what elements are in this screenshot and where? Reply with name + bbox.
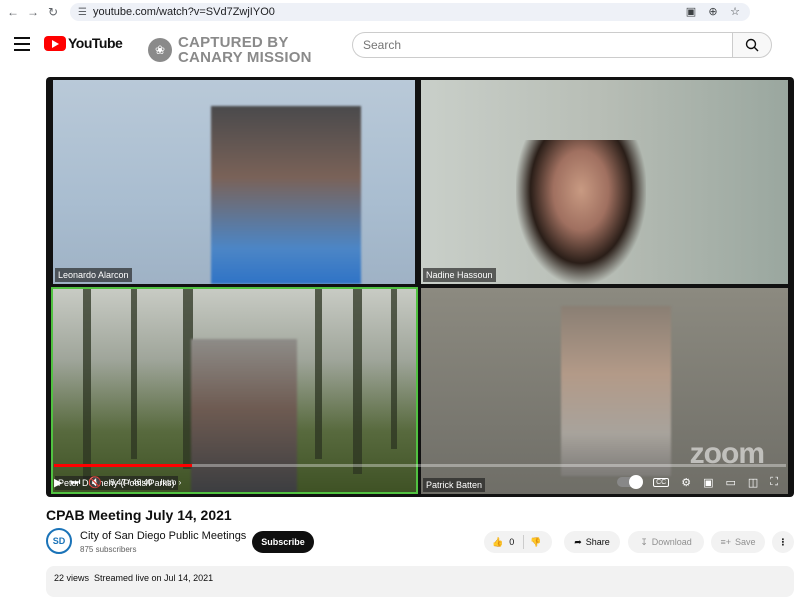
participant-tile-active: Peter Dennehy (Pools/Parks) [51,287,418,494]
download-icon: ↧ [640,536,648,547]
canary-bird-icon: ❀ [148,38,172,62]
youtube-play-icon [44,35,66,51]
search-button[interactable] [732,32,772,58]
more-vert-icon: ⋮ [778,536,788,547]
zoom-icon[interactable]: ⊕ [706,4,720,18]
settings-gear-icon[interactable]: ⚙ [681,476,691,489]
blurred-face [561,306,671,476]
bookmark-star-icon[interactable]: ☆ [728,4,742,18]
next-icon[interactable]: ⏭ [70,476,80,489]
chapter-label[interactable]: Intro › [160,478,181,487]
watermark-line1: CAPTURED BY [178,34,289,51]
subscribe-button[interactable]: Subscribe [252,531,314,553]
progress-fill [54,464,193,467]
share-button[interactable]: ➦ Share [564,531,620,553]
blurred-face [211,106,361,284]
watermark-line2: CANARY MISSION [178,49,312,66]
channel-name[interactable]: City of San Diego Public Meetings [80,530,246,542]
reload-icon[interactable]: ↻ [42,1,64,23]
canary-mission-watermark: ❀ CAPTURED BY CANARY MISSION [148,35,312,65]
thumbs-down-icon: 👎 [530,536,542,547]
time-display: 8:47 / 46:40 [110,477,153,487]
search-bar [352,32,772,58]
browser-toolbar: ← → ↻ ☰ youtube.com/watch?v=SVd7ZwjIYO0 … [0,0,800,24]
chapter-name: Intro [160,477,177,487]
video-player[interactable]: Leonardo Alarcon Nadine Hassoun Peter De… [46,77,794,497]
like-count: 0 [509,537,515,547]
progress-bar[interactable] [54,464,786,467]
mute-icon[interactable]: 🔇 [88,476,102,489]
participant-name: Leonardo Alarcon [55,268,132,282]
player-controls: ▶ ⏭ 🔇 8:47 / 46:40 Intro › CC ⚙ ▣ ▭ ◫ ⛶ [54,471,786,493]
address-bar[interactable]: ☰ youtube.com/watch?v=SVd7ZwjIYO0 ▣ ⊕ ☆ [70,3,750,21]
back-icon[interactable]: ← [2,1,24,23]
views-and-date: 22 views Streamed live on Jul 14, 2021 [54,573,214,583]
theater-mode-icon[interactable]: ▭ [725,476,735,489]
participant-figure [516,140,646,284]
like-dislike-group: 👍 0 👎 [484,531,552,553]
play-icon[interactable]: ▶ [54,476,62,489]
site-settings-icon[interactable]: ☰ [78,7,87,18]
like-button[interactable]: 👍 0 [484,535,524,549]
download-label: Download [651,537,692,547]
dislike-button[interactable]: 👎 [524,537,541,548]
participant-tile: Leonardo Alarcon [53,80,415,284]
channel-row: SD City of San Diego Public Meetings 875… [46,528,794,558]
hamburger-menu-icon[interactable] [14,37,30,51]
cast-icon[interactable]: ◫ [748,476,758,489]
url-text: youtube.com/watch?v=SVd7ZwjIYO0 [92,6,275,18]
more-actions-button[interactable]: ⋮ [772,531,794,553]
fullscreen-icon[interactable]: ⛶ [770,476,778,489]
video-title: CPAB Meeting July 14, 2021 [46,507,232,523]
share-label: Share [585,537,610,547]
participant-name: Nadine Hassoun [423,268,496,282]
participant-tile: Nadine Hassoun [421,80,788,284]
autoplay-toggle[interactable] [617,475,644,489]
save-playlist-icon: ≡+ [720,537,731,547]
forward-icon[interactable]: → [22,1,44,23]
thumbs-up-icon: 👍 [492,536,504,547]
captions-icon[interactable]: CC [653,477,670,487]
description-box[interactable]: 22 views Streamed live on Jul 14, 2021 [46,566,794,597]
save-button[interactable]: ≡+ Save [711,531,765,553]
share-icon: ➦ [574,536,582,547]
search-icon [745,38,759,52]
save-label: Save [735,537,756,547]
youtube-header: YouTube ❀ CAPTURED BY CANARY MISSION [0,24,800,72]
channel-avatar[interactable]: SD [46,528,72,554]
install-app-icon[interactable]: ▣ [684,4,698,18]
search-input[interactable] [352,32,732,58]
youtube-logo[interactable]: YouTube [44,35,123,51]
download-button[interactable]: ↧ Download [628,531,704,553]
miniplayer-icon[interactable]: ▣ [703,476,713,489]
subscriber-count: 875 subscribers [80,545,137,554]
youtube-wordmark: YouTube [68,35,123,51]
